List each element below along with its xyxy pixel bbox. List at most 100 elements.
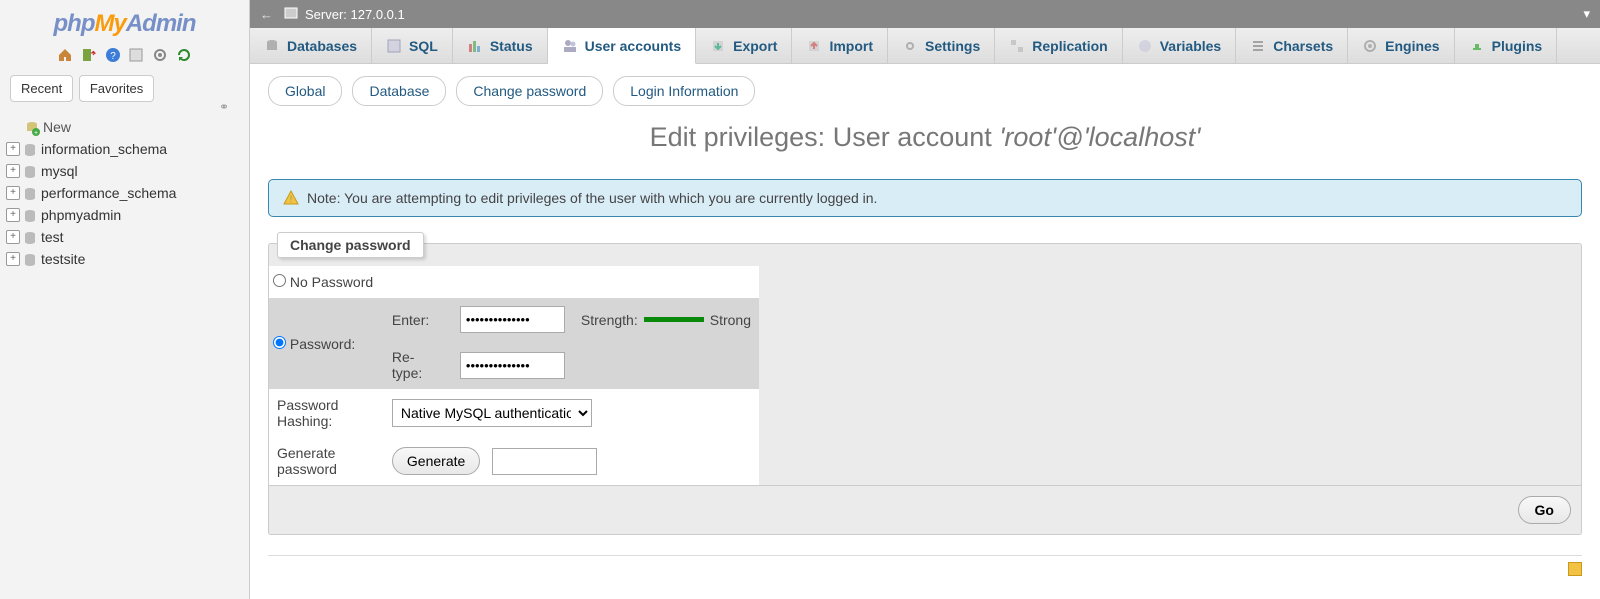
database-icon <box>22 186 36 200</box>
recent-favorites-tabs: Recent Favorites <box>0 71 249 106</box>
content-area: Global Database Change password Login In… <box>250 64 1600 599</box>
retype-label: Re-type: <box>384 341 452 389</box>
password-hashing-select[interactable]: Native MySQL authentication <box>392 399 592 427</box>
subtab-global[interactable]: Global <box>268 76 342 106</box>
tab-sql[interactable]: SQL <box>372 28 453 63</box>
database-icon <box>22 230 36 244</box>
import-icon <box>806 38 822 54</box>
tab-export[interactable]: Export <box>696 28 792 63</box>
engines-icon <box>1362 38 1378 54</box>
favorites-tab[interactable]: Favorites <box>79 75 154 102</box>
notice-box: ! Note: You are attempting to edit privi… <box>268 179 1582 217</box>
generate-button[interactable]: Generate <box>392 447 480 475</box>
expand-icon[interactable]: + <box>6 164 20 178</box>
new-icon: + <box>24 120 38 134</box>
subtab-change-password[interactable]: Change password <box>456 76 603 106</box>
password-radio[interactable] <box>273 336 286 349</box>
back-icon[interactable]: ← <box>260 7 273 22</box>
password-form-table: No Password Password: Enter: Strength: <box>269 266 759 485</box>
home-icon[interactable] <box>57 47 73 63</box>
tab-charsets[interactable]: Charsets <box>1236 28 1348 63</box>
main-tabs: Databases SQL Status User accounts Expor… <box>250 28 1600 64</box>
go-button[interactable]: Go <box>1518 496 1571 524</box>
database-icon <box>22 208 36 222</box>
sidebar-toolbar: ? <box>0 42 249 71</box>
export-icon <box>710 38 726 54</box>
tab-replication[interactable]: Replication <box>995 28 1122 63</box>
expand-icon[interactable]: + <box>6 252 20 266</box>
server-host: 127.0.0.1 <box>351 7 405 22</box>
expand-icon[interactable]: + <box>6 208 20 222</box>
plugins-icon <box>1469 38 1485 54</box>
replication-icon <box>1009 38 1025 54</box>
phpmyadmin-logo[interactable]: phpMyAdmin <box>0 0 249 42</box>
sql-icon[interactable] <box>128 47 144 63</box>
docs-icon[interactable]: ? <box>105 47 121 63</box>
tab-settings[interactable]: Settings <box>888 28 995 63</box>
new-database[interactable]: + New <box>6 116 243 138</box>
bookmark-icon[interactable] <box>1568 562 1582 576</box>
change-password-fieldset: Change password No Password Password: <box>268 243 1582 486</box>
account-name: 'root'@'localhost' <box>999 122 1200 152</box>
users-icon <box>562 38 578 54</box>
warning-icon: ! <box>283 190 299 206</box>
recent-tab[interactable]: Recent <box>10 75 73 102</box>
expand-icon[interactable]: + <box>6 142 20 156</box>
tree-db-item[interactable]: +mysql <box>6 160 243 182</box>
password-option[interactable]: Password: <box>273 336 355 352</box>
page-title: Edit privileges: User account 'root'@'lo… <box>268 122 1582 153</box>
notice-text: Note: You are attempting to edit privile… <box>307 190 877 206</box>
database-icon <box>22 252 36 266</box>
server-label: Server: <box>305 7 347 22</box>
variables-icon <box>1137 38 1153 54</box>
fieldset-legend: Change password <box>277 232 424 258</box>
tab-import[interactable]: Import <box>792 28 888 63</box>
gear-icon <box>902 38 918 54</box>
settings-icon[interactable] <box>152 47 168 63</box>
sidebar: phpMyAdmin ? Recent Favorites ⚭ + New +i… <box>0 0 250 599</box>
password-input[interactable] <box>460 306 565 333</box>
generated-password-input[interactable] <box>492 448 597 475</box>
tree-db-item[interactable]: +testsite <box>6 248 243 270</box>
subnav: Global Database Change password Login In… <box>268 76 1582 106</box>
generate-label: Generate password <box>269 437 384 485</box>
database-icon <box>22 164 36 178</box>
expand-icon[interactable]: + <box>6 230 20 244</box>
svg-text:?: ? <box>110 51 116 62</box>
logout-icon[interactable] <box>81 47 97 63</box>
no-password-radio[interactable] <box>273 274 286 287</box>
tab-databases[interactable]: Databases <box>250 28 372 63</box>
tab-user-accounts[interactable]: User accounts <box>548 28 696 64</box>
svg-text:+: + <box>34 130 38 136</box>
link-icon[interactable]: ⚭ <box>219 100 229 114</box>
submit-bar: Go <box>268 486 1582 535</box>
no-password-option[interactable]: No Password <box>273 274 373 290</box>
database-icon <box>22 142 36 156</box>
divider <box>268 555 1582 556</box>
sql-icon <box>386 38 402 54</box>
new-label: New <box>43 119 71 135</box>
charsets-icon <box>1250 38 1266 54</box>
db-tree: + New +information_schema +mysql +perfor… <box>0 106 249 280</box>
tree-db-item[interactable]: +performance_schema <box>6 182 243 204</box>
subtab-database[interactable]: Database <box>352 76 446 106</box>
server-bar: ← Server: 127.0.0.1 ▾ <box>250 0 1600 28</box>
tab-engines[interactable]: Engines <box>1348 28 1454 63</box>
svg-text:!: ! <box>290 194 293 204</box>
strength-value: Strong <box>710 312 751 328</box>
collapse-icon[interactable]: ▾ <box>1583 6 1590 22</box>
tab-status[interactable]: Status <box>453 28 548 63</box>
tab-variables[interactable]: Variables <box>1123 28 1237 63</box>
retype-password-input[interactable] <box>460 352 565 379</box>
tree-db-item[interactable]: +information_schema <box>6 138 243 160</box>
tab-plugins[interactable]: Plugins <box>1455 28 1558 63</box>
tree-db-item[interactable]: +test <box>6 226 243 248</box>
enter-label: Enter: <box>384 298 452 341</box>
expand-icon[interactable]: + <box>6 186 20 200</box>
tree-db-item[interactable]: +phpmyadmin <box>6 204 243 226</box>
subtab-login-information[interactable]: Login Information <box>613 76 755 106</box>
strength-indicator: Strength: Strong <box>581 312 751 328</box>
database-icon <box>264 38 280 54</box>
reload-icon[interactable] <box>176 47 192 63</box>
strength-bar <box>644 317 704 322</box>
